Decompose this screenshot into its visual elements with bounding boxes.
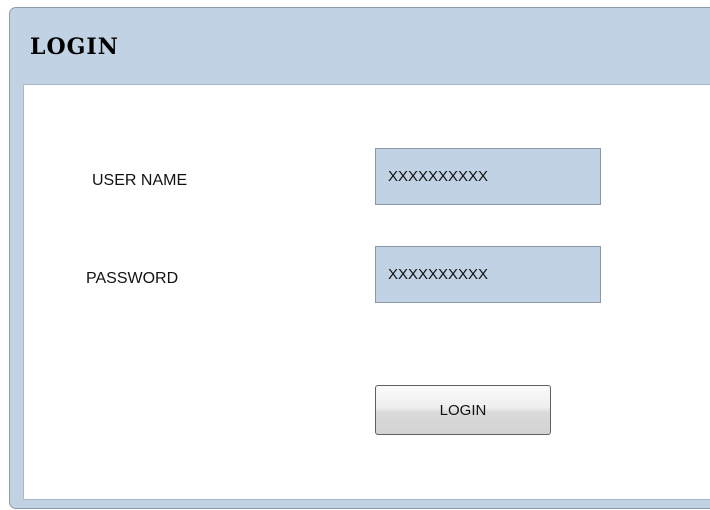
- username-input[interactable]: [375, 148, 601, 205]
- username-label: USER NAME: [92, 172, 188, 189]
- login-form: USER NAME PASSWORD LOGIN: [23, 84, 710, 500]
- login-button[interactable]: LOGIN: [375, 385, 551, 435]
- window-title: LOGIN: [30, 34, 119, 60]
- password-label: PASSWORD: [86, 270, 179, 287]
- login-window: LOGIN USER NAME PASSWORD LOGIN: [9, 7, 710, 509]
- password-input[interactable]: [375, 246, 601, 303]
